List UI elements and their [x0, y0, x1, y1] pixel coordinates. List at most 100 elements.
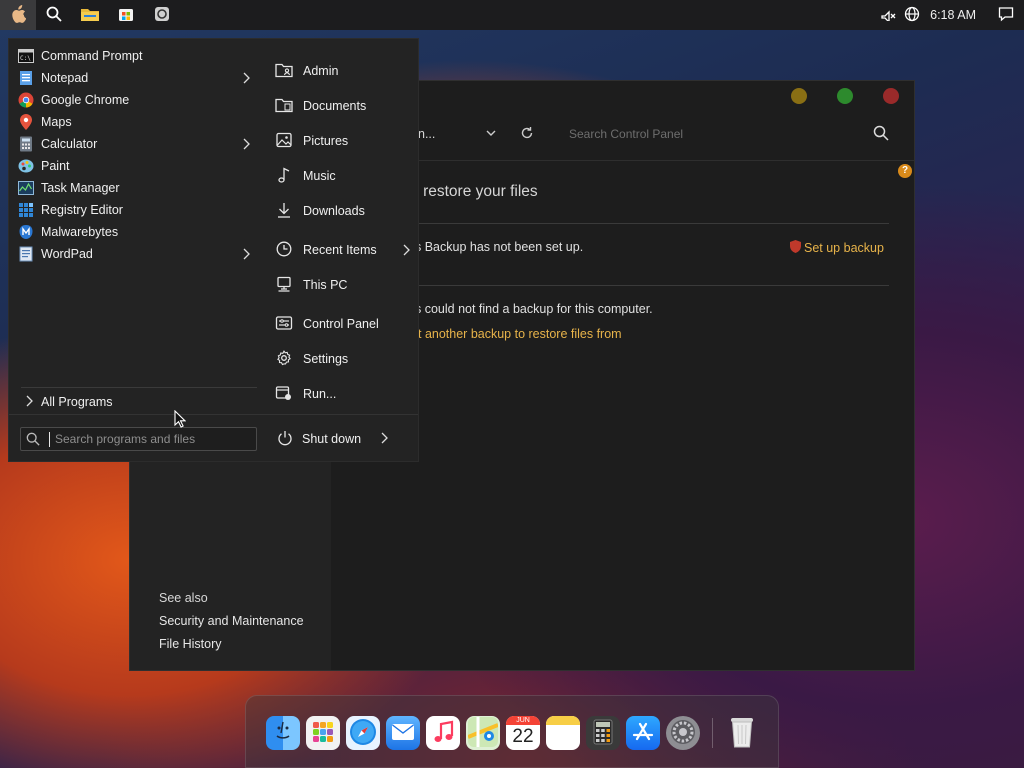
place-label: Control Panel: [303, 317, 379, 331]
program-command-prompt[interactable]: C:\ Command Prompt: [9, 45, 265, 67]
shield-icon: [790, 240, 801, 256]
place-pictures[interactable]: Pictures: [275, 129, 415, 153]
search-placeholder: Search programs and files: [55, 432, 196, 446]
dock-launchpad[interactable]: [306, 716, 340, 750]
network-muted-icon: [880, 7, 896, 24]
dock-calculator[interactable]: [586, 716, 620, 750]
program-google-chrome[interactable]: Google Chrome: [9, 89, 265, 111]
wordpad-icon: [18, 246, 34, 262]
mail-icon: [391, 723, 415, 744]
security-maintenance-link[interactable]: Security and Maintenance: [159, 614, 304, 628]
place-settings[interactable]: Settings: [275, 347, 415, 371]
dock-mail[interactable]: [386, 716, 420, 750]
set-up-backup-label: Set up backup: [804, 241, 884, 255]
dock: JUN 22: [245, 695, 779, 768]
address-bar-text[interactable]: n...: [418, 127, 435, 141]
place-this-pc[interactable]: This PC: [275, 273, 415, 297]
help-icon[interactable]: ?: [898, 164, 912, 178]
minimize-button[interactable]: [791, 88, 807, 104]
all-programs-button[interactable]: All Programs: [25, 392, 113, 412]
calendar-month: JUN: [506, 716, 540, 725]
compass-icon: [348, 717, 378, 750]
dock-finder[interactable]: [266, 716, 300, 750]
shut-down-button[interactable]: Shut down: [277, 427, 388, 451]
language-button[interactable]: [900, 0, 924, 30]
program-registry-editor[interactable]: Registry Editor: [9, 199, 265, 221]
search-button[interactable]: [36, 0, 72, 30]
program-notepad[interactable]: Notepad: [9, 67, 265, 89]
program-label: Google Chrome: [41, 93, 130, 107]
select-another-backup-link[interactable]: t another backup to restore files from: [418, 327, 622, 341]
store-button[interactable]: [108, 0, 144, 30]
dock-system-preferences[interactable]: [666, 716, 700, 750]
search-icon: [46, 6, 62, 25]
dock-notes[interactable]: [546, 716, 580, 750]
chevron-right-icon: [25, 395, 33, 410]
file-explorer-button[interactable]: [72, 0, 108, 30]
text-caret: [49, 431, 50, 447]
program-malwarebytes[interactable]: Malwarebytes: [9, 221, 265, 243]
notifications-button[interactable]: [988, 0, 1024, 30]
dock-music[interactable]: [426, 716, 460, 750]
search-programs-input[interactable]: Search programs and files: [20, 427, 257, 451]
close-button[interactable]: [883, 88, 899, 104]
dock-maps[interactable]: [466, 716, 500, 750]
network-status[interactable]: [876, 0, 900, 30]
all-programs-label: All Programs: [41, 395, 113, 409]
program-label: Command Prompt: [41, 49, 143, 63]
gear-icon: [669, 718, 697, 749]
program-list: C:\ Command Prompt Notepad Google Chrome…: [9, 45, 265, 265]
chrome-icon: [18, 92, 34, 108]
dock-app-store[interactable]: [626, 716, 660, 750]
maps-icon: [467, 716, 499, 750]
chevron-down-icon[interactable]: [485, 127, 497, 142]
launchpad-icon: [311, 720, 335, 747]
control-panel-icon: [275, 315, 293, 334]
clock[interactable]: 6:18 AM: [924, 8, 988, 22]
program-maps[interactable]: Maps: [9, 111, 265, 133]
divider: [400, 285, 889, 286]
search-icon[interactable]: [873, 125, 889, 144]
mouse-cursor-icon: [174, 409, 187, 431]
chevron-right-icon[interactable]: [380, 432, 388, 447]
program-calculator[interactable]: Calculator: [9, 133, 265, 155]
app-icon: [154, 6, 170, 25]
dock-safari[interactable]: [346, 716, 380, 750]
program-paint[interactable]: Paint: [9, 155, 265, 177]
command-prompt-icon: C:\: [18, 48, 34, 64]
dock-calendar[interactable]: JUN 22: [506, 716, 540, 750]
file-history-link[interactable]: File History: [159, 637, 222, 651]
chevron-right-icon: [242, 72, 250, 87]
apple-menu-button[interactable]: [0, 0, 36, 30]
search-icon: [21, 432, 45, 446]
place-recent-items[interactable]: Recent Items: [275, 238, 415, 262]
dock-trash[interactable]: [725, 716, 759, 750]
shut-down-label: Shut down: [302, 432, 362, 446]
place-control-panel[interactable]: Control Panel: [275, 312, 415, 336]
program-label: Calculator: [41, 137, 98, 151]
refresh-icon[interactable]: [520, 126, 534, 143]
app-button[interactable]: [144, 0, 180, 30]
place-documents[interactable]: Documents: [275, 94, 415, 118]
page-title: or restore your files: [405, 183, 538, 200]
computer-icon: [275, 276, 293, 295]
place-downloads[interactable]: Downloads: [275, 199, 415, 223]
music-note-icon: [275, 166, 293, 186]
set-up-backup-link[interactable]: Set up backup: [790, 240, 884, 256]
place-admin[interactable]: Admin: [275, 59, 415, 83]
maximize-button[interactable]: [837, 88, 853, 104]
calculator-icon: [18, 136, 34, 152]
place-music[interactable]: Music: [275, 164, 415, 188]
chevron-right-icon: [242, 138, 250, 153]
program-wordpad[interactable]: WordPad: [9, 243, 265, 265]
task-manager-icon: [18, 180, 34, 196]
place-label: Run...: [303, 387, 337, 401]
program-task-manager[interactable]: Task Manager: [9, 177, 265, 199]
power-icon: [277, 430, 293, 449]
control-panel-search-input[interactable]: Search Control Panel: [569, 127, 683, 141]
paint-icon: [18, 158, 34, 174]
place-run[interactable]: Run...: [275, 382, 415, 406]
globe-icon: [904, 6, 920, 25]
divider: [21, 387, 257, 388]
no-backup-text: s could not find a backup for this compu…: [415, 302, 653, 316]
